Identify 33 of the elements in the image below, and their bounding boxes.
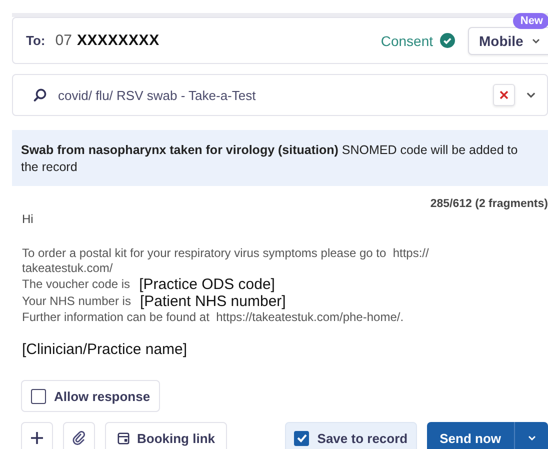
send-options-button[interactable] [515, 422, 548, 449]
consent-label: Consent [380, 32, 433, 48]
booking-link-button[interactable]: Booking link [105, 422, 227, 449]
search-value: covid/ flu/ RSV swab - Take-a-Test [58, 88, 256, 102]
phone-number: XXXXXXXX [76, 32, 160, 49]
allow-response-checkbox[interactable]: Allow response [21, 380, 160, 412]
message-line: Your NHS number is [22, 294, 131, 309]
attach-button[interactable] [63, 422, 95, 449]
send-now-button[interactable]: Send now [426, 422, 515, 449]
save-to-record-checkbox[interactable]: Save to record [285, 422, 417, 449]
to-label: To: [26, 33, 46, 48]
message-line: The voucher code is [22, 277, 130, 292]
add-button[interactable] [21, 422, 53, 449]
clear-button[interactable] [493, 84, 515, 106]
search-icon [33, 88, 47, 102]
message-line: To order a postal kit for your respiratory virus symptoms please go to https:// [22, 246, 429, 261]
calendar-icon [117, 432, 130, 444]
message-line: takeatestuk.com/ [22, 261, 113, 276]
message-line: Hi [22, 212, 34, 226]
channel-dropdown[interactable]: Mobile [468, 26, 548, 54]
chevron-down-icon [526, 433, 536, 443]
snomed-notice: Swab from nasopharynx taken for virology (situation) SNOMED code will be added to the record [21, 143, 518, 174]
signature-placeholder: [Clinician/Practice name] [22, 341, 188, 358]
close-icon [499, 90, 509, 100]
placeholder-text: [Patient NHS number] [140, 293, 286, 310]
message-line: Further information can be found at https://takeatestuk.com/phe-home/. [22, 310, 404, 325]
phone-prefix: 07 [55, 32, 72, 49]
new-badge: New [513, 13, 548, 29]
plus-icon [30, 431, 44, 445]
template-search-field[interactable]: covid/ flu/ RSV swab - Take-a-Test [12, 74, 548, 116]
placeholder-text: [Practice ODS code] [139, 276, 275, 293]
paperclip-icon [72, 431, 86, 445]
character-counter: 285/612 (2 fragments) [429, 198, 548, 210]
